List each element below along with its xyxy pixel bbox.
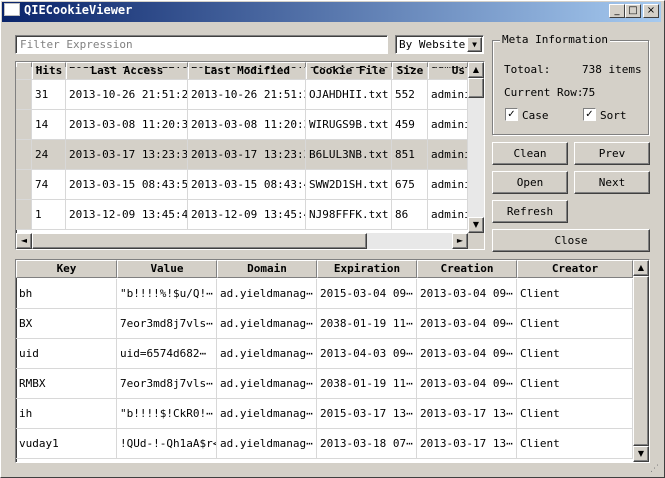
case-checkbox[interactable]: ✓ [505,108,518,121]
table-body: 31 2013-10-26 21:51:25 2013-10-26 21:51:… [16,80,468,232]
table-row[interactable]: 1 2013-12-09 13:45:41 2013-12-09 13:45:4… [16,200,468,230]
row-header[interactable] [16,80,32,110]
sort-label[interactable]: Sort [600,109,627,122]
table-row[interactable]: uid uid=6574d682⋯ ad.yieldmanag⋯ 2013-04… [16,339,633,369]
vertical-scrollbar[interactable]: ▲ ▼ [633,260,649,462]
scroll-down-button[interactable]: ▼ [468,217,484,233]
col-header-creator[interactable]: Creator [517,260,633,278]
total-value: 738 items [582,63,642,76]
meta-information-legend: Meta Information [500,33,610,46]
group-by-select[interactable]: By Website ▼ [395,35,484,54]
scroll-up-button[interactable]: ▲ [468,62,484,78]
current-row-label: Current Row: [504,86,584,99]
refresh-button[interactable]: Refresh [492,200,568,223]
table-row[interactable]: BX 7eor3md8j7vls⋯ ad.yieldmanag⋯ 2038-01… [16,309,633,339]
scroll-right-button[interactable]: ► [452,233,468,249]
sort-checkbox[interactable]: ✓ [583,108,596,121]
col-header-expiration[interactable]: Expiration [317,260,417,278]
current-row-value: 75 [582,86,596,99]
cookie-detail-table[interactable]: Key Value Domain Expiration Creation Cre… [15,259,650,463]
col-header-domain[interactable]: Domain [217,260,317,278]
resize-grip-icon[interactable]: ⋰ [650,464,662,475]
table-row-selected[interactable]: 24 2013-03-17 13:23:32 2013-03-17 13:23:… [16,140,468,170]
table-row[interactable]: 31 2013-10-26 21:51:25 2013-10-26 21:51:… [16,80,468,110]
col-header-creation[interactable]: Creation [417,260,517,278]
scroll-left-button[interactable]: ◄ [16,233,32,249]
table-row[interactable]: bh "b!!!!%!$u/Q!⋯ ad.yieldmanag⋯ 2015-03… [16,279,633,309]
prev-button[interactable]: Prev [574,142,650,165]
filter-input[interactable] [15,35,388,54]
scroll-thumb[interactable] [468,78,484,98]
case-label[interactable]: Case [522,109,549,122]
scroll-down-button[interactable]: ▼ [633,446,649,462]
col-header-key[interactable]: Key [16,260,117,278]
scrollbar-corner [468,233,484,249]
app-icon [4,3,20,16]
maximize-button[interactable]: □ [625,4,641,18]
row-header[interactable] [16,110,32,140]
open-button[interactable]: Open [492,171,568,194]
table-row[interactable]: 14 2013-03-08 11:20:31 2013-03-08 11:20:… [16,110,468,140]
clean-button[interactable]: Clean [492,142,568,165]
scroll-up-button[interactable]: ▲ [633,260,649,276]
table-row[interactable]: vuday1 !QUd-!-Qh1aA$r< ad.yieldmanag⋯ 20… [16,429,633,459]
row-header[interactable] [16,140,32,170]
close-window-button[interactable]: × [643,4,659,18]
table-row[interactable]: RMBX 7eor3md8j7vls⋯ ad.yieldmanag⋯ 2038-… [16,369,633,399]
table-row[interactable]: 74 2013-03-15 08:43:58 2013-03-15 08:43:… [16,170,468,200]
scroll-thumb[interactable] [633,276,649,446]
close-button[interactable]: Close [492,229,650,252]
table-row[interactable]: ih "b!!!!$!CkR0!⋯ ad.yieldmanag⋯ 2015-03… [16,399,633,429]
row-header[interactable] [16,200,32,230]
minimize-button[interactable]: _ [609,4,625,18]
scroll-thumb-horizontal[interactable] [32,233,367,249]
group-by-value: By Website [399,38,466,51]
table-row-partial[interactable]: 5 2013-12-24 16:22:03 2013-10-11 15:08:5… [16,67,468,80]
total-label: Totoal: [504,63,551,76]
cookie-file-table[interactable]: Hits Last Access Last Modified Cookie Fi… [15,61,485,250]
row-header[interactable] [16,170,32,200]
chevron-down-icon[interactable]: ▼ [467,37,482,52]
col-header-value[interactable]: Value [117,260,217,278]
vertical-scrollbar[interactable]: ▲ ▼ [468,62,484,233]
horizontal-scrollbar[interactable]: ◄ ► [16,233,468,249]
window-title: QIECookieViewer [24,3,133,17]
next-button[interactable]: Next [574,171,650,194]
